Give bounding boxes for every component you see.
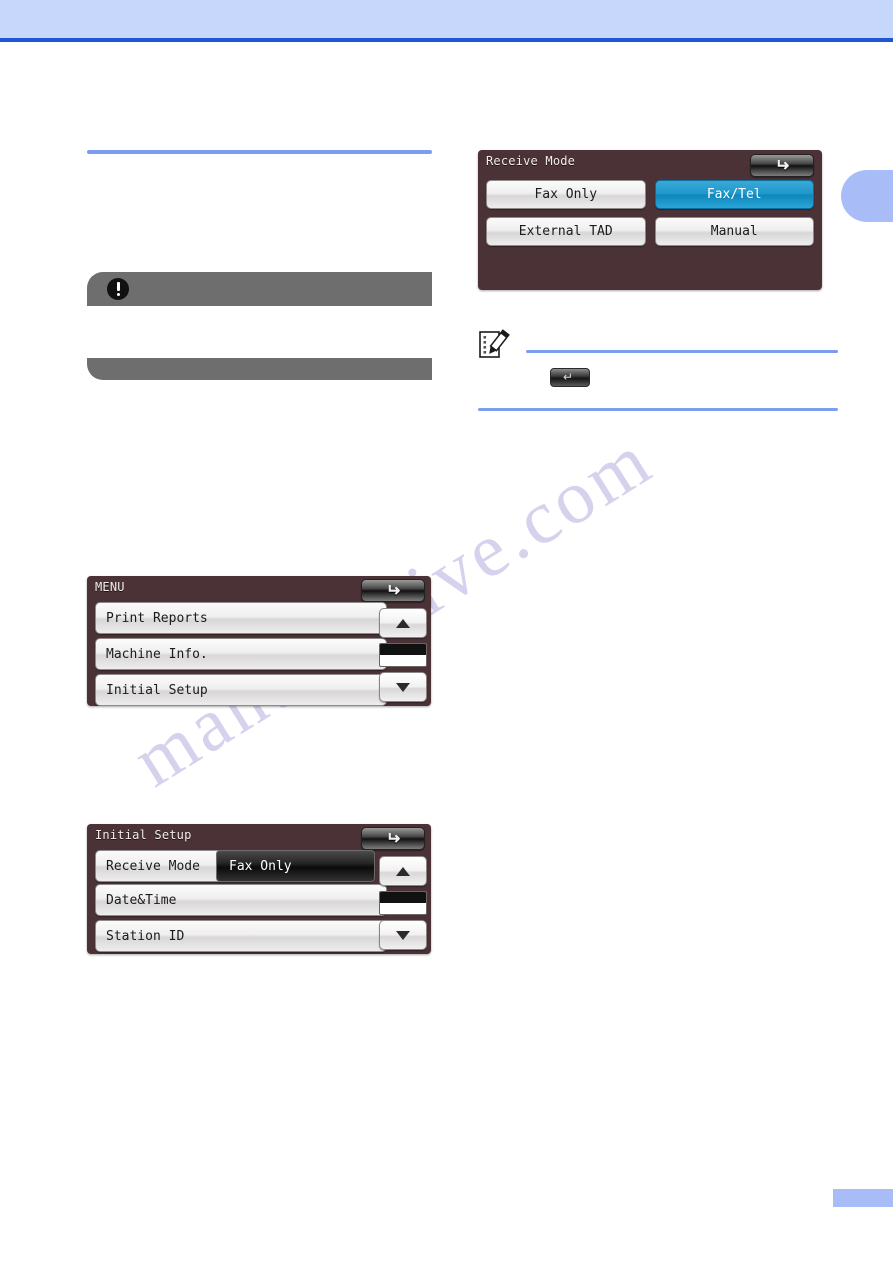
back-arrow-key-icon: ↵ <box>550 367 590 387</box>
back-arrow-icon: ↵ <box>385 581 401 600</box>
note-block: ↵ <box>478 329 838 411</box>
triangle-up-icon <box>396 618 410 628</box>
receive-mode-option-fax-tel[interactable]: Fax/Tel <box>654 180 814 209</box>
back-arrow-icon: ↵ <box>385 829 401 848</box>
lcd-initial-item-label: Receive Mode <box>106 858 200 874</box>
receive-mode-option-label: External TAD <box>518 224 613 239</box>
scroll-up-button[interactable] <box>379 856 427 886</box>
body-text-gap-2 <box>87 380 432 498</box>
important-callout-header <box>87 272 432 306</box>
lcd-initial-item-value[interactable]: Fax Only <box>216 850 375 882</box>
receive-mode-option-label: Fax/Tel <box>706 187 762 202</box>
exclamation-circle-icon <box>107 278 129 300</box>
lcd-menu-inner: MENU ↵ Print Reports Machine Info. Initi… <box>87 576 431 706</box>
scroll-thumb <box>380 644 426 656</box>
scroll-position-indicator <box>379 891 427 915</box>
chapter-tab-marker <box>841 170 893 222</box>
lcd-initial-item-station-id[interactable]: Station ID <box>95 920 387 952</box>
scroll-down-button[interactable] <box>379 920 427 950</box>
back-arrow-glyph: ↵ <box>563 369 574 384</box>
lcd-menu-item-print-reports[interactable]: Print Reports <box>95 602 387 634</box>
lcd-menu-back-button[interactable]: ↵ <box>361 579 425 602</box>
receive-mode-option-external-tad[interactable]: External TAD <box>486 217 646 246</box>
lcd-receive-mode-options: Fax Only Fax/Tel External TAD Manual <box>486 180 814 254</box>
lcd-screen-menu[interactable]: MENU ↵ Print Reports Machine Info. Initi… <box>87 576 431 706</box>
triangle-up-icon <box>396 866 410 876</box>
scroll-down-button[interactable] <box>379 672 427 702</box>
receive-mode-option-label: Manual <box>710 224 758 239</box>
page-header-band <box>0 0 893 38</box>
lcd-menu-item-machine-info[interactable]: Machine Info. <box>95 638 387 670</box>
body-text-gap-4 <box>87 706 432 824</box>
lcd-initial-item-receive-mode[interactable]: Receive Mode Fax Only <box>95 850 375 882</box>
note-inline-row: ↵ <box>478 360 838 394</box>
page-number-block <box>833 1189 893 1207</box>
body-text-gap-1 <box>87 154 432 272</box>
lcd-menu-item-label: Print Reports <box>106 610 208 626</box>
receive-mode-option-fax-only[interactable]: Fax Only <box>486 180 646 209</box>
scroll-up-button[interactable] <box>379 608 427 638</box>
lcd-screen-receive-mode[interactable]: Receive Mode ↵ Fax Only Fax/Tel External… <box>478 150 822 290</box>
lcd-menu-item-label: Machine Info. <box>106 646 208 662</box>
lcd-receive-mode-row: External TAD Manual <box>486 217 814 246</box>
scroll-thumb <box>380 892 426 904</box>
lcd-menu-scroll-controls <box>379 608 427 706</box>
lcd-initial-value-label: Fax Only <box>229 858 292 874</box>
lcd-initial-back-button[interactable]: ↵ <box>361 827 425 850</box>
lcd-menu-item-label: Initial Setup <box>106 682 208 698</box>
triangle-down-icon <box>396 930 410 940</box>
lcd-receive-mode-row: Fax Only Fax/Tel <box>486 180 814 209</box>
lcd-initial-item-label: Date&Time <box>106 892 177 908</box>
receive-mode-option-label: Fax Only <box>534 187 598 202</box>
note-bottom-rule <box>478 408 838 411</box>
lcd-receive-mode-inner: Receive Mode ↵ Fax Only Fax/Tel External… <box>478 150 822 290</box>
back-arrow-icon: ↵ <box>774 156 790 175</box>
right-gap-1 <box>478 290 838 330</box>
note-pencil-icon <box>478 329 512 361</box>
lcd-screen-initial-setup[interactable]: Initial Setup ↵ Receive Mode Fax Only Da… <box>87 824 431 954</box>
important-callout-footer <box>87 358 432 380</box>
page-header-rule <box>0 38 893 42</box>
lcd-receive-mode-back-button[interactable]: ↵ <box>750 154 814 177</box>
lcd-initial-item-date-time[interactable]: Date&Time <box>95 884 387 916</box>
note-gap <box>478 394 838 408</box>
lcd-initial-list: Receive Mode Fax Only Date&Time Station … <box>95 850 387 954</box>
important-callout-body <box>87 306 432 358</box>
lcd-menu-list: Print Reports Machine Info. Initial Setu… <box>95 602 387 706</box>
note-heading-rule <box>526 349 838 353</box>
receive-mode-option-manual[interactable]: Manual <box>654 217 814 246</box>
note-heading-row <box>478 329 838 361</box>
right-column: Receive Mode ↵ Fax Only Fax/Tel External… <box>478 150 838 411</box>
important-callout <box>87 272 432 380</box>
lcd-initial-inner: Initial Setup ↵ Receive Mode Fax Only Da… <box>87 824 431 954</box>
left-column: MENU ↵ Print Reports Machine Info. Initi… <box>87 150 432 954</box>
triangle-down-icon <box>396 682 410 692</box>
scroll-position-indicator <box>379 643 427 667</box>
lcd-initial-scroll-controls <box>379 856 427 954</box>
lcd-initial-item-label: Station ID <box>106 928 185 944</box>
lcd-menu-item-initial-setup[interactable]: Initial Setup <box>95 674 387 706</box>
body-text-gap-3 <box>87 498 432 576</box>
